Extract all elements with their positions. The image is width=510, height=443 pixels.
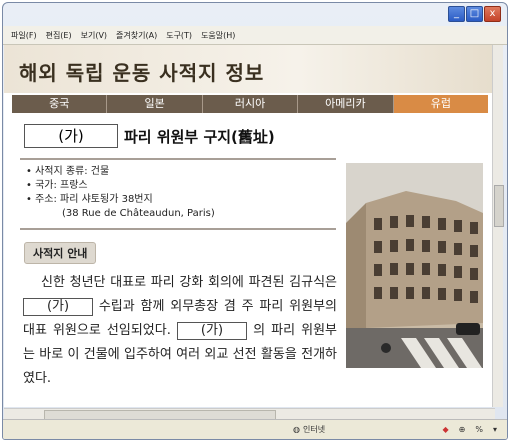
menu-help[interactable]: 도움말(H)	[201, 30, 235, 41]
status-bar: ◍ 인터넷 ◆ ⊕ % ▾	[3, 419, 507, 439]
browser-window: _ □ x 파일(F) 편집(E) 보기(V) 즐겨찾기(A) 도구(T) 도움…	[2, 2, 508, 440]
divider-bottom	[20, 228, 336, 230]
close-button[interactable]: x	[484, 6, 501, 22]
description-part1: 신한 청년단 대표로 파리 강화 회의에 파견된 김규식은	[41, 275, 337, 290]
building-photo	[346, 163, 483, 368]
site-heading: (가) 파리 위원부 구지(舊址)	[24, 124, 275, 148]
blank-box: (가)	[24, 124, 118, 148]
menu-view[interactable]: 보기(V)	[81, 30, 107, 41]
menu-file[interactable]: 파일(F)	[11, 30, 37, 41]
globe-icon: ◍	[293, 425, 300, 434]
blank-box-inline: (가)	[176, 321, 247, 340]
horizontal-scrollbar[interactable]	[4, 408, 495, 420]
maximize-button[interactable]: □	[466, 6, 483, 22]
menu-edit[interactable]: 편집(E)	[46, 30, 72, 41]
zoom-controls: ◆ ⊕ % ▾	[443, 425, 497, 434]
page-title: 해외 독립 운동 사적지 정보	[19, 61, 265, 85]
minimize-button[interactable]: _	[448, 6, 465, 22]
divider-top	[20, 158, 336, 160]
region-tabs: 중국 일본 러시아 아메리카 유럽	[12, 95, 489, 113]
page-header: 해외 독립 운동 사적지 정보	[4, 45, 495, 93]
tab-russia[interactable]: 러시아	[203, 95, 299, 113]
guide-label: 사적지 안내	[24, 242, 97, 264]
vertical-scrollbar[interactable]	[492, 45, 504, 407]
menu-tools[interactable]: 도구(T)	[166, 30, 192, 41]
vertical-scroll-thumb[interactable]	[494, 185, 504, 227]
chevron-down-icon[interactable]: ▾	[493, 425, 497, 434]
site-address-french: (38 Rue de Châteaudun, Paris)	[62, 208, 215, 219]
site-country: 국가: 프랑스	[26, 179, 215, 193]
security-zone: ◍ 인터넷	[293, 424, 325, 435]
blank-box-inline: (가)	[23, 297, 93, 316]
site-description: 신한 청년단 대표로 파리 강화 회의에 파견된 김규식은 (가) 수립과 함께…	[23, 271, 337, 391]
tab-china[interactable]: 중국	[12, 95, 108, 113]
tab-america[interactable]: 아메리카	[298, 95, 394, 113]
site-info-list: 사적지 종류: 건물 국가: 프랑스 주소: 파리 샤토됭가 38번지 (38 …	[26, 165, 215, 221]
title-bar: _ □ x	[3, 3, 507, 25]
site-type: 사적지 종류: 건물	[26, 165, 215, 179]
tab-europe[interactable]: 유럽	[393, 95, 489, 113]
menu-favorites[interactable]: 즐겨찾기(A)	[116, 30, 157, 41]
window-controls: _ □ x	[448, 6, 501, 22]
tab-japan[interactable]: 일본	[107, 95, 203, 113]
protected-mode-icon[interactable]: ◆	[443, 425, 449, 434]
zoom-level[interactable]: %	[475, 425, 483, 434]
page-content: 해외 독립 운동 사적지 정보 중국 일본 러시아 아메리카 유럽 (가) 파리…	[4, 45, 495, 407]
zone-label: 인터넷	[302, 425, 326, 434]
site-address: 주소: 파리 샤토됭가 38번지	[26, 193, 215, 207]
zoom-icon[interactable]: ⊕	[459, 425, 466, 434]
menu-bar: 파일(F) 편집(E) 보기(V) 즐겨찾기(A) 도구(T) 도움말(H)	[3, 26, 507, 45]
site-title: 파리 위원부 구지(舊址)	[124, 127, 275, 146]
